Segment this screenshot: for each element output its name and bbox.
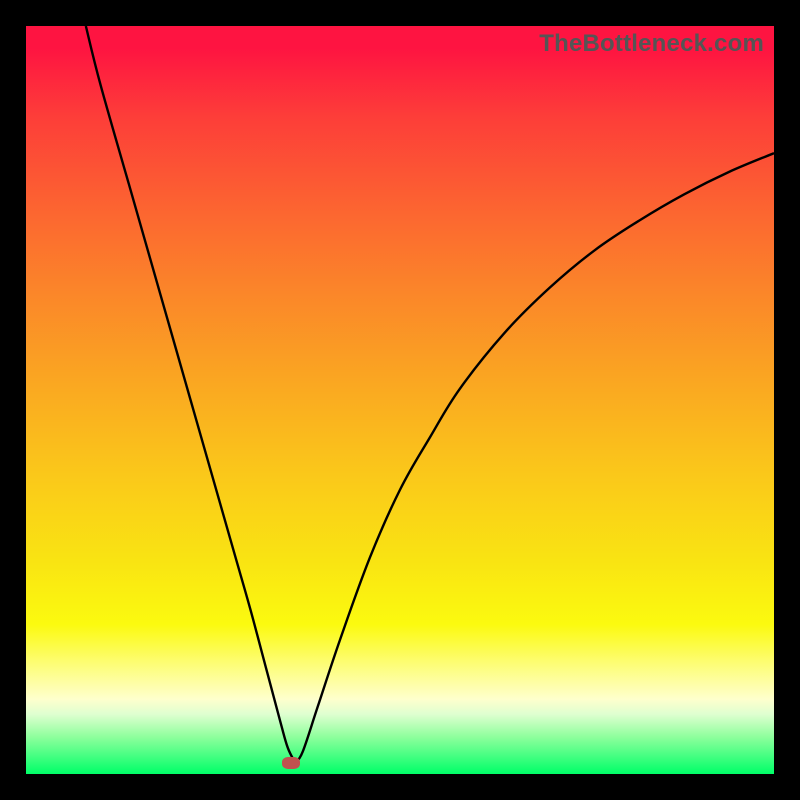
chart-frame: TheBottleneck.com bbox=[26, 26, 774, 774]
curve-left bbox=[86, 26, 295, 763]
curve-right bbox=[295, 153, 774, 763]
bottleneck-curve bbox=[26, 26, 774, 774]
attribution-label: TheBottleneck.com bbox=[539, 30, 764, 58]
optimum-marker bbox=[282, 757, 300, 769]
